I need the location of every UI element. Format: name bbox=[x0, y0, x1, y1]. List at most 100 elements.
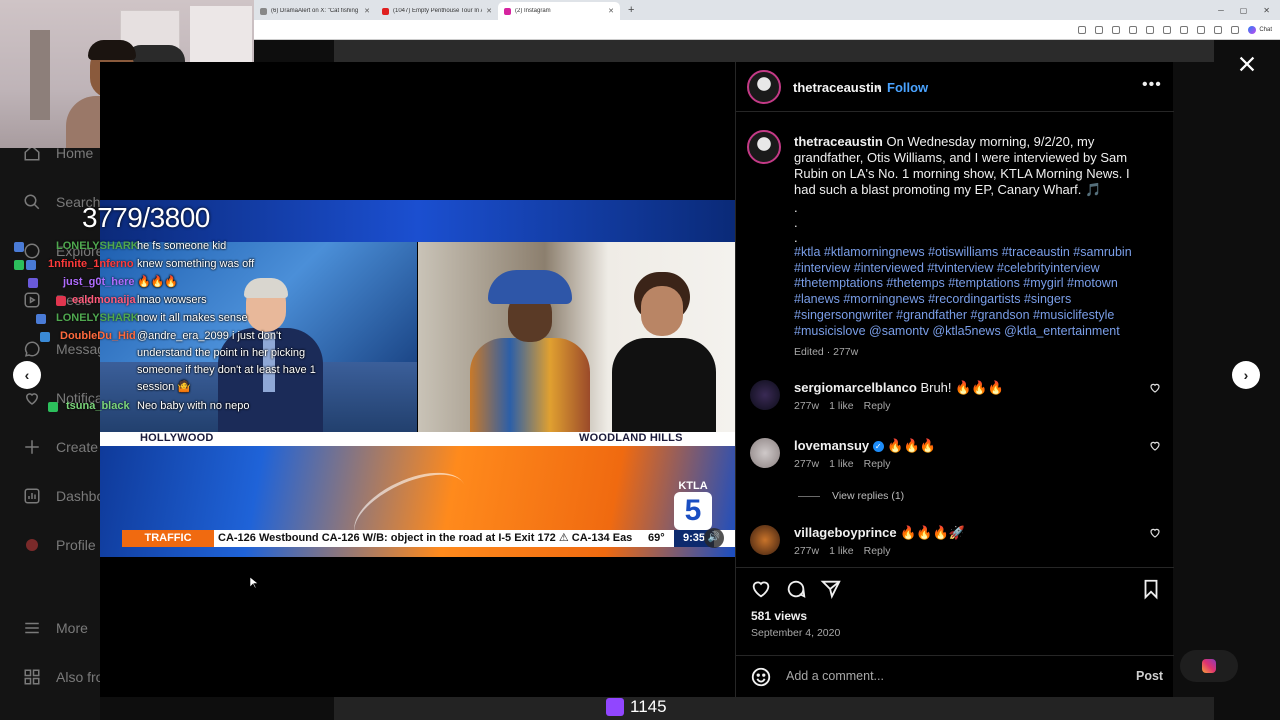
anchor-hair bbox=[244, 278, 288, 298]
author-avatar[interactable] bbox=[747, 70, 781, 104]
ktla-logo: KTLA 5 bbox=[670, 480, 716, 532]
messages-pill[interactable] bbox=[1180, 650, 1238, 682]
badge-icon bbox=[28, 278, 38, 288]
favorites-icon[interactable] bbox=[1180, 25, 1189, 34]
close-modal-icon[interactable] bbox=[1236, 53, 1258, 75]
background-strip bbox=[334, 40, 1214, 62]
share-paper-plane-icon[interactable] bbox=[820, 578, 842, 600]
menu-icon bbox=[22, 618, 42, 638]
comment-likes[interactable]: 1 like bbox=[829, 458, 854, 470]
x-favicon bbox=[260, 7, 267, 15]
like-heart-icon[interactable] bbox=[750, 578, 772, 600]
plus-icon bbox=[22, 437, 42, 457]
copilot-chat-button[interactable]: Chat bbox=[1248, 25, 1272, 34]
sidebar-item-more[interactable]: More bbox=[22, 618, 88, 638]
author-username[interactable]: thetraceaustin bbox=[793, 80, 882, 95]
badge-icon bbox=[48, 402, 58, 412]
previous-post-chevron-left-icon[interactable]: ‹ bbox=[13, 361, 41, 389]
mute-icon[interactable]: 🔊 bbox=[704, 528, 724, 548]
comment-age: 277w bbox=[794, 545, 820, 557]
chat-username: just_g0t_here bbox=[63, 276, 135, 288]
chat-username: ealdmonaija bbox=[72, 294, 136, 306]
minimize-icon[interactable]: ─ bbox=[1218, 6, 1224, 15]
add-comment-input[interactable]: Add a comment... bbox=[786, 669, 884, 683]
chat-label: Chat bbox=[1259, 26, 1272, 33]
extensions-icon[interactable] bbox=[1163, 25, 1172, 34]
browser-tab[interactable]: (1047) Empty Penthouse Tour In Al ✕ bbox=[376, 2, 498, 20]
guest-boy bbox=[608, 272, 718, 432]
profile-avatar-icon bbox=[22, 535, 42, 555]
tab-title: (2) Instagram bbox=[515, 8, 551, 14]
view-replies-button[interactable]: View replies (1) bbox=[798, 490, 904, 502]
comment: sergiomarcelblanco Bruh! 🔥🔥🔥 277w 1 like… bbox=[736, 380, 1174, 430]
follow-button[interactable]: Follow bbox=[887, 80, 928, 95]
share-icon[interactable] bbox=[1112, 25, 1121, 34]
twitch-viewer-count: 1145 bbox=[630, 697, 667, 716]
reply-button[interactable]: Reply bbox=[864, 545, 891, 557]
badge-icon bbox=[26, 260, 36, 270]
comment-likes[interactable]: 1 like bbox=[829, 400, 854, 412]
browser-tab-active[interactable]: (2) Instagram ✕ bbox=[498, 2, 620, 20]
like-comment-heart-icon[interactable] bbox=[1149, 382, 1163, 396]
more-menu-icon[interactable] bbox=[1231, 25, 1240, 34]
collections-icon[interactable] bbox=[1197, 25, 1206, 34]
reply-button[interactable]: Reply bbox=[864, 458, 891, 470]
comment-username[interactable]: sergiomarcelblanco bbox=[794, 380, 917, 395]
post-header: thetraceaustin • Follow ••• bbox=[736, 62, 1174, 112]
guest-hat bbox=[488, 270, 572, 304]
like-comment-heart-icon[interactable] bbox=[1149, 527, 1163, 541]
comment-text: 🔥🔥🔥🚀 bbox=[900, 525, 965, 540]
chat-username: DoubleDu_Hid bbox=[60, 330, 136, 342]
comment-avatar[interactable] bbox=[750, 438, 780, 468]
instagram-favicon bbox=[504, 7, 511, 15]
replies-divider-line bbox=[798, 495, 820, 497]
like-comment-heart-icon[interactable] bbox=[1149, 440, 1163, 454]
heart-icon bbox=[22, 388, 42, 408]
ticker-temperature: 69° bbox=[648, 532, 665, 544]
post-date: September 4, 2020 bbox=[751, 627, 841, 639]
sidebar-item-profile[interactable]: Profile bbox=[22, 535, 96, 555]
sidebar-item-create[interactable]: Create bbox=[22, 437, 98, 457]
maximize-icon[interactable]: ▢ bbox=[1240, 6, 1248, 15]
refresh-icon[interactable] bbox=[1146, 25, 1155, 34]
comment-meta: 277w 1 like Reply bbox=[794, 400, 890, 412]
caption-avatar[interactable] bbox=[747, 130, 781, 164]
comment-avatar[interactable] bbox=[750, 525, 780, 555]
reply-button[interactable]: Reply bbox=[864, 400, 891, 412]
post-hashtags[interactable]: #ktla #ktlamorningnews #otiswilliams #tr… bbox=[794, 245, 1154, 339]
header-separator: • bbox=[877, 80, 882, 95]
view-count[interactable]: 581 views bbox=[751, 609, 807, 623]
bookmark-star-icon[interactable] bbox=[1129, 25, 1138, 34]
comment-meta: 277w 1 like Reply bbox=[794, 458, 890, 470]
chat-message: Neo baby with no nepo bbox=[137, 400, 250, 412]
profile-icon[interactable] bbox=[1214, 25, 1223, 34]
more-options-icon[interactable]: ••• bbox=[1142, 76, 1162, 94]
comment-likes[interactable]: 1 like bbox=[829, 545, 854, 557]
comment-username[interactable]: lovemansuy bbox=[794, 438, 869, 453]
search-icon bbox=[22, 192, 42, 212]
view-replies-label: View replies (1) bbox=[832, 490, 905, 502]
zoom-icon[interactable] bbox=[1095, 25, 1104, 34]
comment-bubble-icon[interactable] bbox=[785, 578, 807, 600]
close-window-icon[interactable]: ✕ bbox=[1263, 6, 1270, 15]
twitch-viewer-badge: 1145 bbox=[606, 697, 667, 717]
close-tab-icon[interactable]: ✕ bbox=[608, 7, 614, 15]
emoji-picker-icon[interactable] bbox=[750, 666, 772, 688]
app-icon[interactable] bbox=[1078, 25, 1087, 34]
comment-username[interactable]: villageboyprince bbox=[794, 525, 897, 540]
close-tab-icon[interactable]: ✕ bbox=[364, 7, 370, 15]
youtube-favicon bbox=[382, 7, 389, 15]
heart-badge-icon bbox=[56, 296, 66, 306]
post-comment-button[interactable]: Post bbox=[1136, 669, 1163, 683]
guest-boy-head bbox=[641, 286, 683, 336]
browser-tab[interactable]: (6) DramaAlert on X: "Cat fishing is ✕ bbox=[254, 2, 376, 20]
dashboard-icon bbox=[22, 486, 42, 506]
next-post-chevron-right-icon[interactable]: › bbox=[1232, 361, 1260, 389]
save-bookmark-icon[interactable] bbox=[1140, 578, 1162, 600]
caption-username[interactable]: thetraceaustin bbox=[794, 134, 883, 149]
comment-avatar[interactable] bbox=[750, 380, 780, 410]
badge-icon bbox=[14, 260, 24, 270]
copilot-icon bbox=[1248, 25, 1257, 34]
new-tab-button[interactable]: + bbox=[628, 4, 634, 16]
close-tab-icon[interactable]: ✕ bbox=[486, 7, 492, 15]
